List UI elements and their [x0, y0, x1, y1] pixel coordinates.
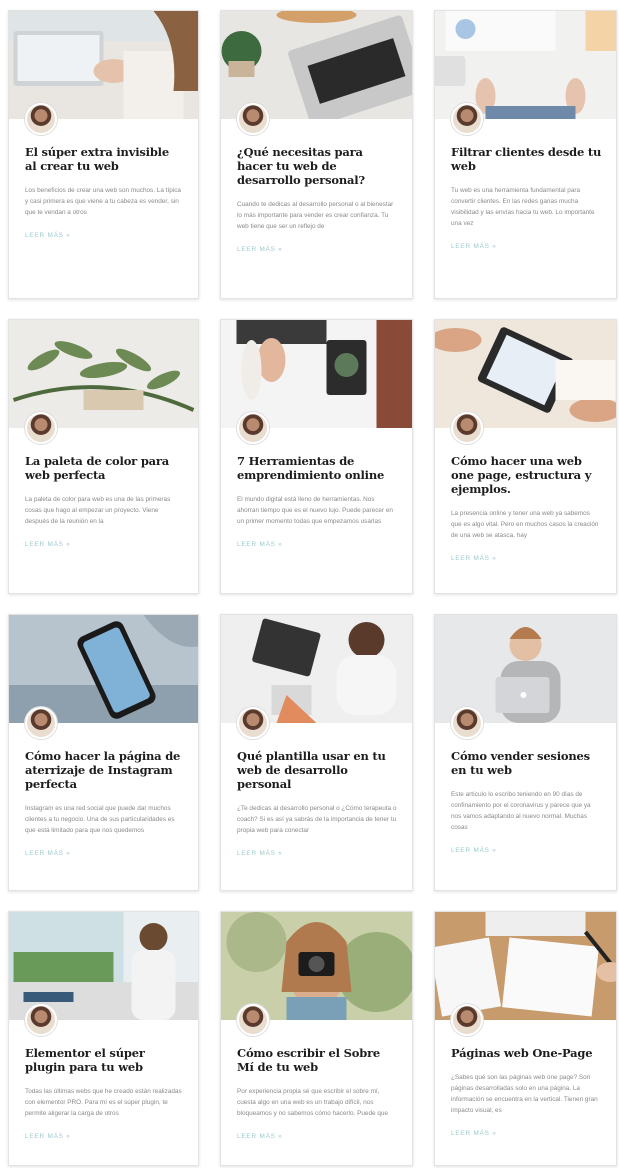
- post-card-12[interactable]: Páginas web One-Page ¿Sabes qué son las …: [434, 911, 617, 1166]
- post-card-3[interactable]: Filtrar clientes desde tu web Tu web es …: [434, 10, 617, 299]
- post-excerpt: Todas las últimas webs que he creado est…: [25, 1088, 182, 1117]
- post-title[interactable]: Cómo hacer una web one page, estructura …: [451, 454, 602, 496]
- post-excerpt: Cuando te dedicas al desarrollo personal…: [237, 201, 394, 230]
- read-more-link[interactable]: LEER MÁS »: [451, 555, 497, 562]
- post-card-7[interactable]: Cómo hacer la página de aterrizaje de In…: [8, 614, 199, 891]
- post-title[interactable]: Filtrar clientes desde tu web: [451, 145, 602, 173]
- read-more-link[interactable]: LEER MÁS »: [451, 1130, 497, 1137]
- post-title[interactable]: Cómo vender sesiones en tu web: [451, 749, 602, 777]
- post-card-8[interactable]: Qué plantilla usar en tu web de desarrol…: [220, 614, 413, 891]
- post-excerpt: La presencia online y tener una web ya s…: [451, 510, 599, 539]
- post-excerpt: Los beneficios de crear una web son much…: [25, 187, 181, 216]
- read-more-link[interactable]: LEER MÁS »: [25, 1133, 71, 1140]
- author-avatar: [451, 412, 483, 444]
- post-card-11[interactable]: Cómo escribir el Sobre Mí de tu web Por …: [220, 911, 413, 1166]
- post-excerpt: Instagram es una red social que puede da…: [25, 805, 175, 834]
- read-more-link[interactable]: LEER MÁS »: [237, 1133, 283, 1140]
- author-avatar: [237, 1004, 269, 1036]
- post-body: Páginas web One-Page ¿Sabes qué son las …: [451, 1046, 602, 1140]
- read-more-link[interactable]: LEER MÁS »: [237, 541, 283, 548]
- read-more-link[interactable]: LEER MÁS »: [25, 232, 71, 239]
- post-body: Cómo hacer una web one page, estructura …: [451, 454, 602, 565]
- post-excerpt: Este artículo lo escribo teniendo en 90 …: [451, 791, 591, 831]
- post-title[interactable]: El súper extra invisible al crear tu web: [25, 145, 184, 173]
- author-avatar: [237, 412, 269, 444]
- post-card-4[interactable]: La paleta de color para web perfecta La …: [8, 319, 199, 594]
- post-title[interactable]: Cómo escribir el Sobre Mí de tu web: [237, 1046, 398, 1074]
- post-title[interactable]: Qué plantilla usar en tu web de desarrol…: [237, 749, 398, 791]
- read-more-link[interactable]: LEER MÁS »: [451, 243, 497, 250]
- post-body: 7 Herramientas de emprendimiento online …: [237, 454, 398, 551]
- author-avatar: [451, 103, 483, 135]
- post-body: Qué plantilla usar en tu web de desarrol…: [237, 749, 398, 860]
- post-body: El súper extra invisible al crear tu web…: [25, 145, 184, 242]
- author-avatar: [451, 1004, 483, 1036]
- author-avatar: [25, 103, 57, 135]
- post-title[interactable]: ¿Qué necesitas para hacer tu web de desa…: [237, 145, 398, 187]
- post-body: La paleta de color para web perfecta La …: [25, 454, 184, 551]
- post-excerpt: El mundo digital está lleno de herramien…: [237, 496, 393, 525]
- post-card-2[interactable]: ¿Qué necesitas para hacer tu web de desa…: [220, 10, 413, 299]
- read-more-link[interactable]: LEER MÁS »: [237, 246, 283, 253]
- author-avatar: [237, 103, 269, 135]
- post-body: Filtrar clientes desde tu web Tu web es …: [451, 145, 602, 253]
- post-body: Cómo hacer la página de aterrizaje de In…: [25, 749, 184, 860]
- author-avatar: [25, 412, 57, 444]
- post-title[interactable]: La paleta de color para web perfecta: [25, 454, 184, 482]
- author-avatar: [25, 707, 57, 739]
- post-card-10[interactable]: Elementor el súper plugin para tu web To…: [8, 911, 199, 1166]
- post-title[interactable]: 7 Herramientas de emprendimiento online: [237, 454, 398, 482]
- post-body: Elementor el súper plugin para tu web To…: [25, 1046, 184, 1143]
- author-avatar: [25, 1004, 57, 1036]
- post-body: Cómo escribir el Sobre Mí de tu web Por …: [237, 1046, 398, 1143]
- post-excerpt: ¿Sabes qué son las páginas web one page?…: [451, 1074, 598, 1114]
- post-title[interactable]: Cómo hacer la página de aterrizaje de In…: [25, 749, 184, 791]
- post-card-1[interactable]: El súper extra invisible al crear tu web…: [8, 10, 199, 299]
- post-body: Cómo vender sesiones en tu web Este artí…: [451, 749, 602, 857]
- post-excerpt: La paleta de color para web es una de la…: [25, 496, 171, 525]
- read-more-link[interactable]: LEER MÁS »: [237, 850, 283, 857]
- post-excerpt: ¿Te dedicas al desarrollo personal o ¿Có…: [237, 805, 397, 834]
- author-avatar: [451, 707, 483, 739]
- post-excerpt: Tu web es una herramienta fundamental pa…: [451, 187, 595, 227]
- post-card-9[interactable]: Cómo vender sesiones en tu web Este artí…: [434, 614, 617, 891]
- post-title[interactable]: Páginas web One-Page: [451, 1046, 602, 1060]
- read-more-link[interactable]: LEER MÁS »: [451, 847, 497, 854]
- post-card-5[interactable]: 7 Herramientas de emprendimiento online …: [220, 319, 413, 594]
- blog-posts-grid: El súper extra invisible al crear tu web…: [8, 10, 618, 1166]
- author-avatar: [237, 707, 269, 739]
- read-more-link[interactable]: LEER MÁS »: [25, 850, 71, 857]
- post-body: ¿Qué necesitas para hacer tu web de desa…: [237, 145, 398, 256]
- post-excerpt: Por experiencia propia sé que escribir e…: [237, 1088, 388, 1117]
- post-card-6[interactable]: Cómo hacer una web one page, estructura …: [434, 319, 617, 594]
- read-more-link[interactable]: LEER MÁS »: [25, 541, 71, 548]
- post-title[interactable]: Elementor el súper plugin para tu web: [25, 1046, 184, 1074]
